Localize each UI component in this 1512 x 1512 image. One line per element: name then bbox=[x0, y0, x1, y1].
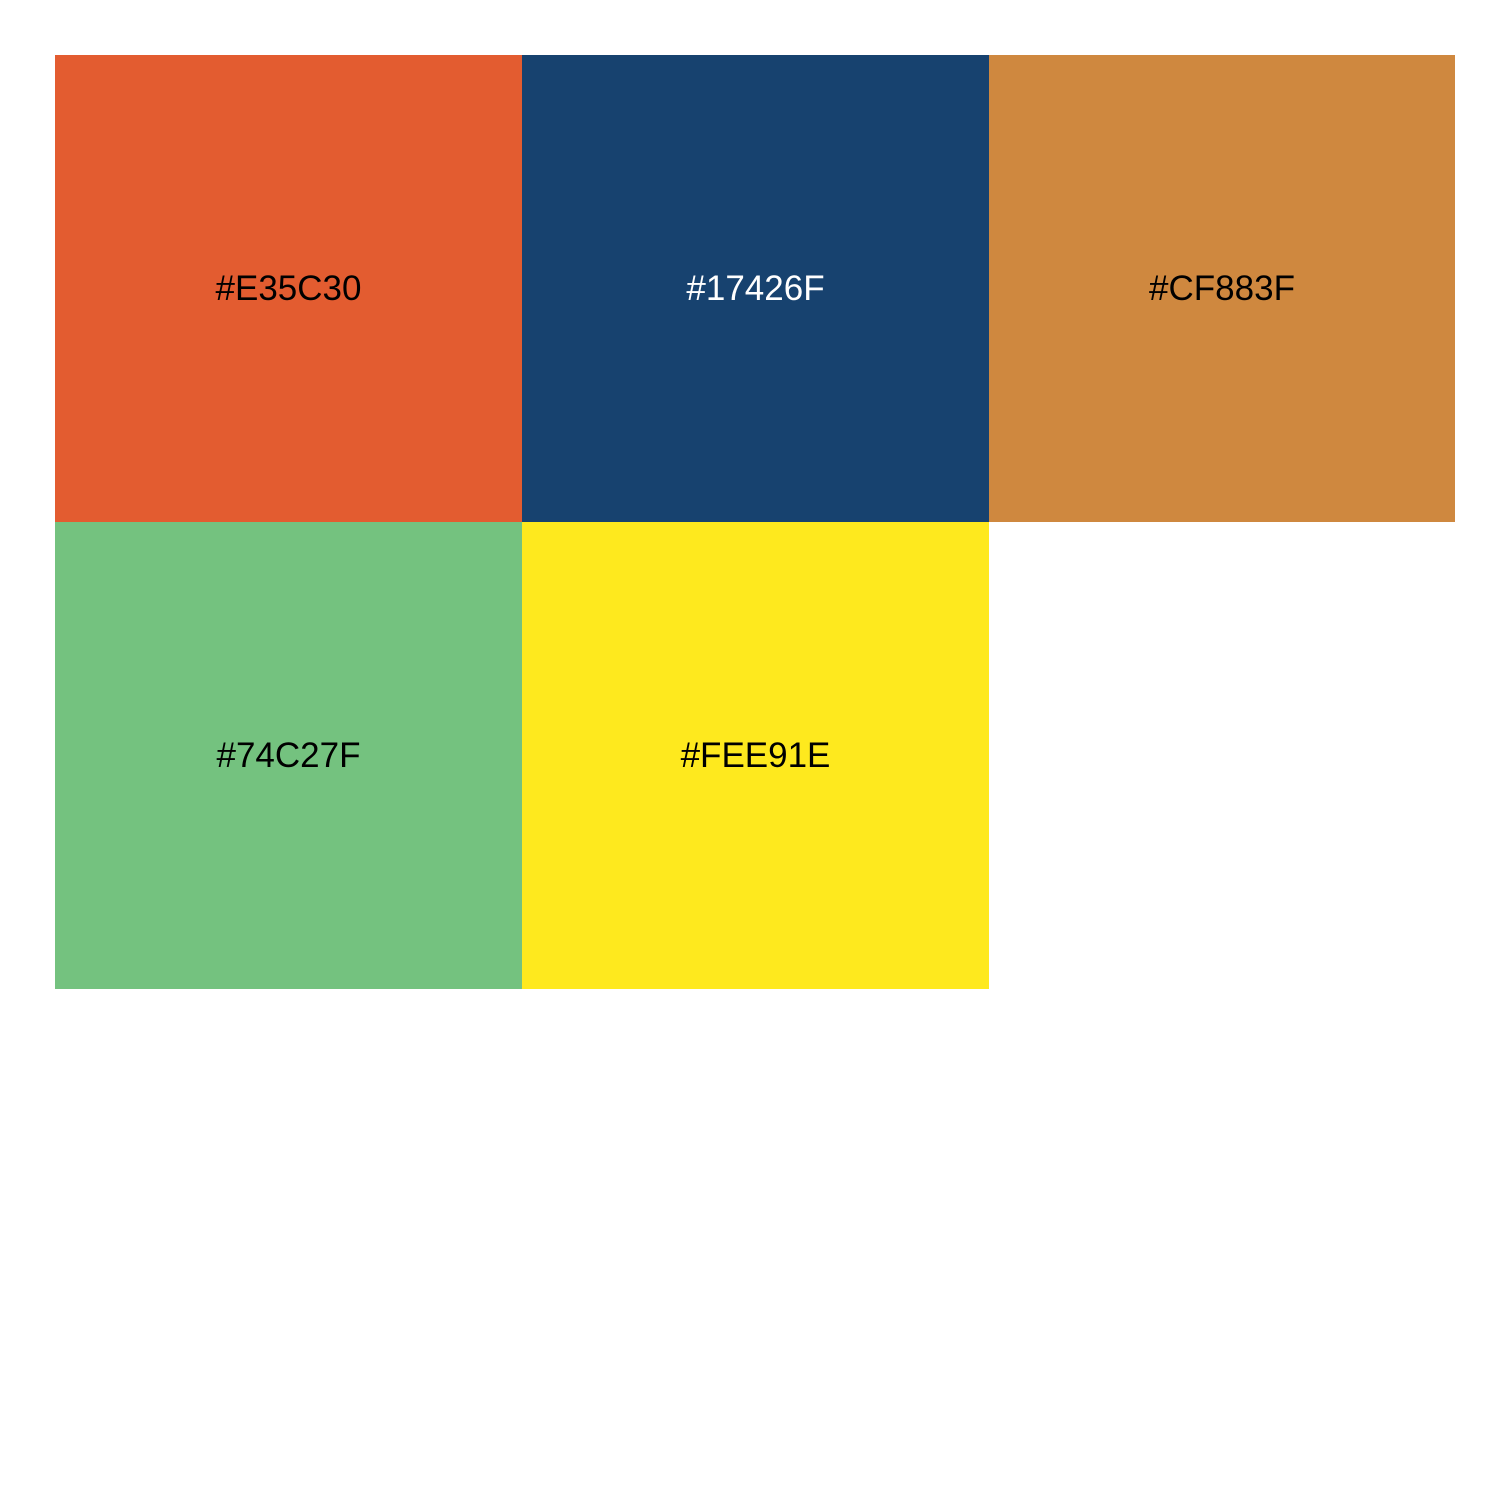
color-palette-grid: #E35C30 #17426F #CF883F #74C27F #FEE91E bbox=[55, 55, 1455, 989]
color-swatch: #FEE91E bbox=[522, 522, 989, 989]
color-swatch: #CF883F bbox=[989, 55, 1455, 522]
color-swatch: #17426F bbox=[522, 55, 989, 522]
swatch-hex-label: #CF883F bbox=[1149, 269, 1295, 308]
swatch-hex-label: #FEE91E bbox=[680, 736, 831, 775]
swatch-hex-label: #74C27F bbox=[216, 736, 361, 775]
swatch-hex-label: #17426F bbox=[686, 269, 825, 308]
color-swatch: #74C27F bbox=[55, 522, 522, 989]
color-swatch: #E35C30 bbox=[55, 55, 522, 522]
swatch-hex-label: #E35C30 bbox=[215, 269, 362, 308]
